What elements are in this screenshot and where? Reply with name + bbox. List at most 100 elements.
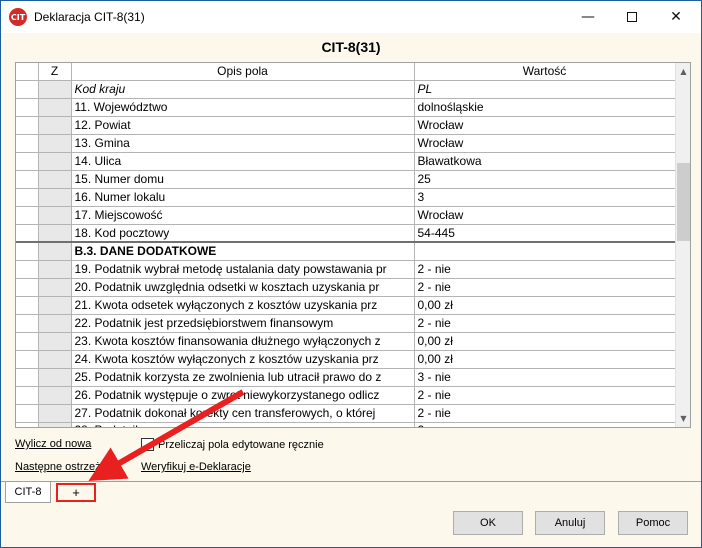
table-row[interactable]: 24. Kwota kosztów wyłączonych z kosztów …	[16, 350, 676, 369]
scroll-down-icon[interactable]: ▼	[676, 410, 690, 427]
scroll-up-icon[interactable]: ▲	[676, 63, 690, 80]
add-tab-button[interactable]: +	[56, 483, 96, 502]
row-z-cell	[38, 404, 72, 423]
row-z-cell	[38, 80, 72, 99]
row-marker-cell	[16, 260, 39, 279]
row-z-cell	[38, 241, 72, 261]
row-z-cell	[38, 332, 72, 351]
grid-header-row: Z Opis pola Wartość	[16, 63, 676, 81]
row-z-cell	[38, 368, 72, 387]
table-row[interactable]: 27. Podatnik dokonał korekty cen transfe…	[16, 404, 676, 423]
recalc-edited-checkbox[interactable]	[141, 438, 154, 451]
field-value[interactable]: 0,00 zł	[414, 296, 676, 315]
fields-table: Z Opis pola Wartość Kod kraju PL 11. Wojew…	[16, 63, 676, 427]
field-value[interactable]: 0,00 zł	[414, 350, 676, 369]
vertical-scrollbar[interactable]: ▲ ▼	[675, 63, 690, 427]
row-marker-cell	[16, 368, 39, 387]
field-description: 26. Podatnik występuje o zwrot niewykorz…	[71, 386, 415, 405]
recalculate-link[interactable]: Wylicz od nowa	[15, 438, 91, 450]
row-z-cell	[38, 134, 72, 153]
table-row[interactable]: 15. Numer domu 25	[16, 170, 676, 189]
field-value[interactable]: 54-445	[414, 224, 676, 243]
table-row[interactable]: 26. Podatnik występuje o zwrot niewykorz…	[16, 386, 676, 405]
row-marker-cell	[16, 314, 39, 333]
field-value[interactable]: 3 - nie	[414, 368, 676, 387]
field-value[interactable]: 2 - nie	[414, 314, 676, 333]
table-row[interactable]: 25. Podatnik korzysta ze zwolnienia lub …	[16, 368, 676, 387]
row-marker-cell	[16, 116, 39, 135]
table-row[interactable]: 13. Gmina Wrocław	[16, 134, 676, 153]
dialog-window: CIT Deklaracja CIT-8(31) — ✕ CIT-8(31) Z…	[0, 0, 702, 548]
field-description: 27. Podatnik dokonał korekty cen transfe…	[71, 404, 415, 423]
field-value[interactable]: 2 - nie	[414, 278, 676, 297]
row-z-cell	[38, 350, 72, 369]
ok-button[interactable]: OK	[453, 511, 523, 535]
table-row[interactable]: 18. Kod pocztowy 54-445	[16, 224, 676, 243]
column-header-opis: Opis pola	[71, 63, 415, 81]
field-description: 23. Kwota kosztów finansowania dłużnego …	[71, 332, 415, 351]
field-value[interactable]: dolnośląskie	[414, 98, 676, 117]
table-row[interactable]: 23. Kwota kosztów finansowania dłużnego …	[16, 332, 676, 351]
recalc-edited-label: Przeliczaj pola edytowane ręcznie	[158, 438, 324, 451]
table-row[interactable]: 16. Numer lokalu 3	[16, 188, 676, 207]
field-value[interactable]: Wrocław	[414, 134, 676, 153]
field-description: 13. Gmina	[71, 134, 415, 153]
row-marker-cell	[16, 206, 39, 225]
field-value[interactable]: PL	[414, 80, 676, 99]
app-icon: CIT	[9, 8, 27, 26]
field-value[interactable]: 2 - nie	[414, 404, 676, 423]
table-row[interactable]: 12. Powiat Wrocław	[16, 116, 676, 135]
table-row[interactable]: 14. Ulica Bławatkowa	[16, 152, 676, 171]
field-description: B.3. DANE DODATKOWE	[71, 241, 415, 261]
window-title: Deklaracja CIT-8(31)	[34, 10, 145, 24]
field-description: 14. Ulica	[71, 152, 415, 171]
field-value[interactable]	[414, 241, 676, 261]
field-value[interactable]: 0,00 zł	[414, 332, 676, 351]
tab-cit8[interactable]: CIT-8	[5, 482, 51, 503]
sheet-tabs: CIT-8 +	[1, 481, 701, 503]
help-button[interactable]: Pomoc	[618, 511, 688, 535]
row-marker-cell	[16, 98, 39, 117]
row-marker-cell	[16, 296, 39, 315]
column-header-marker	[16, 63, 39, 81]
table-row[interactable]: Kod kraju PL	[16, 80, 676, 99]
field-value[interactable]: Wrocław	[414, 116, 676, 135]
column-header-wartosc: Wartość	[414, 63, 676, 81]
field-value[interactable]: 2 - nie	[414, 386, 676, 405]
minimize-button[interactable]: —	[565, 1, 611, 33]
table-row[interactable]: 20. Podatnik uwzględnia odsetki w koszta…	[16, 278, 676, 297]
row-z-cell	[38, 314, 72, 333]
title-bar[interactable]: CIT Deklaracja CIT-8(31) — ✕	[1, 1, 701, 33]
field-value[interactable]: Bławatkowa	[414, 152, 676, 171]
field-value[interactable]: 2 - ...	[414, 422, 676, 427]
row-marker-cell	[16, 152, 39, 171]
form-title: CIT-8(31)	[321, 39, 381, 55]
table-row[interactable]: 11. Województwo dolnośląskie	[16, 98, 676, 117]
row-marker-cell	[16, 224, 39, 243]
field-value[interactable]: 2 - nie	[414, 260, 676, 279]
field-value[interactable]: 25	[414, 170, 676, 189]
row-marker-cell	[16, 350, 39, 369]
field-description: 19. Podatnik wybrał metodę ustalania dat…	[71, 260, 415, 279]
table-row[interactable]: 17. Miejscowość Wrocław	[16, 206, 676, 225]
row-marker-cell	[16, 422, 39, 427]
field-value[interactable]: Wrocław	[414, 206, 676, 225]
table-row[interactable]: 21. Kwota odsetek wyłączonych z kosztów …	[16, 296, 676, 315]
table-row[interactable]: 22. Podatnik jest przedsiębiorstwem fina…	[16, 314, 676, 333]
recalc-edited-option[interactable]: Przeliczaj pola edytowane ręcznie	[141, 438, 324, 451]
maximize-icon	[627, 12, 637, 22]
row-marker-cell	[16, 404, 39, 423]
field-description: 17. Miejscowość	[71, 206, 415, 225]
close-button[interactable]: ✕	[653, 1, 699, 33]
scrollbar-thumb[interactable]	[677, 163, 690, 241]
table-row[interactable]: B.3. DANE DODATKOWE	[16, 241, 676, 261]
maximize-button[interactable]	[609, 1, 655, 33]
row-marker-cell	[16, 332, 39, 351]
row-marker-cell	[16, 80, 39, 99]
field-value[interactable]: 3	[414, 188, 676, 207]
table-row[interactable]: 19. Podatnik wybrał metodę ustalania dat…	[16, 260, 676, 279]
cancel-button[interactable]: Anuluj	[535, 511, 605, 535]
verify-edeclaration-link[interactable]: Weryfikuj e-Deklaracje	[141, 461, 251, 473]
next-warning-link[interactable]: Następne ostrzeżenie	[15, 461, 121, 473]
table-row[interactable]: 28. Podatnik ...2 - ...	[16, 422, 676, 427]
